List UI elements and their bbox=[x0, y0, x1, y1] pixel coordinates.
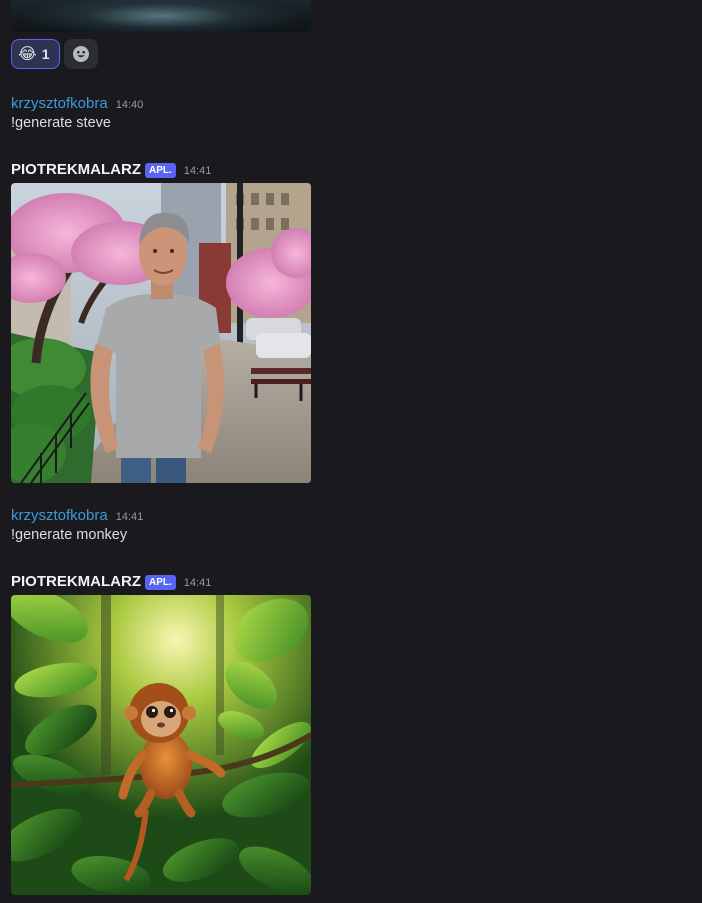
message-header: PIOTREKMALARZ APL. 14:41 bbox=[11, 573, 311, 591]
add-reaction-button[interactable] bbox=[64, 39, 98, 69]
message-text: !generate monkey bbox=[11, 527, 128, 543]
message: PIOTREKMALARZ APL. 14:41 bbox=[11, 161, 311, 483]
username[interactable]: PIOTREKMALARZ bbox=[11, 161, 141, 178]
reaction-joy[interactable]: 😂 1 bbox=[11, 39, 60, 69]
app-badge: APL. bbox=[145, 575, 176, 590]
username[interactable]: krzysztofkobra bbox=[11, 507, 108, 524]
steve-image-art bbox=[11, 183, 311, 483]
username[interactable]: krzysztofkobra bbox=[11, 95, 108, 112]
message-header: krzysztofkobra 14:40 bbox=[11, 95, 143, 112]
add-reaction-icon bbox=[73, 46, 89, 62]
previous-generated-image[interactable] bbox=[11, 0, 311, 32]
timestamp[interactable]: 14:40 bbox=[116, 99, 144, 111]
username[interactable]: PIOTREKMALARZ bbox=[11, 573, 141, 590]
message: PIOTREKMALARZ APL. 14:41 bbox=[11, 573, 311, 895]
message-header: PIOTREKMALARZ APL. 14:41 bbox=[11, 161, 311, 179]
app-badge: APL. bbox=[145, 163, 176, 178]
timestamp[interactable]: 14:41 bbox=[116, 511, 144, 523]
message-header: krzysztofkobra 14:41 bbox=[11, 507, 143, 524]
message: krzysztofkobra 14:40 !generate steve bbox=[11, 95, 143, 131]
reaction-count: 1 bbox=[41, 46, 50, 62]
monkey-image-art bbox=[11, 595, 311, 895]
reactions-bar: 😂 1 bbox=[11, 39, 98, 69]
timestamp[interactable]: 14:41 bbox=[184, 165, 212, 177]
generated-image-monkey[interactable] bbox=[11, 595, 311, 895]
message-text: !generate steve bbox=[11, 115, 111, 131]
message: krzysztofkobra 14:41 !generate monkey bbox=[11, 507, 143, 543]
timestamp[interactable]: 14:41 bbox=[184, 577, 212, 589]
generated-image-steve[interactable] bbox=[11, 183, 311, 483]
joy-emoji-icon: 😂 bbox=[18, 44, 37, 63]
chat-messages: 😂 1 krzysztofkobra 14:40 !generate steve… bbox=[0, 0, 702, 903]
